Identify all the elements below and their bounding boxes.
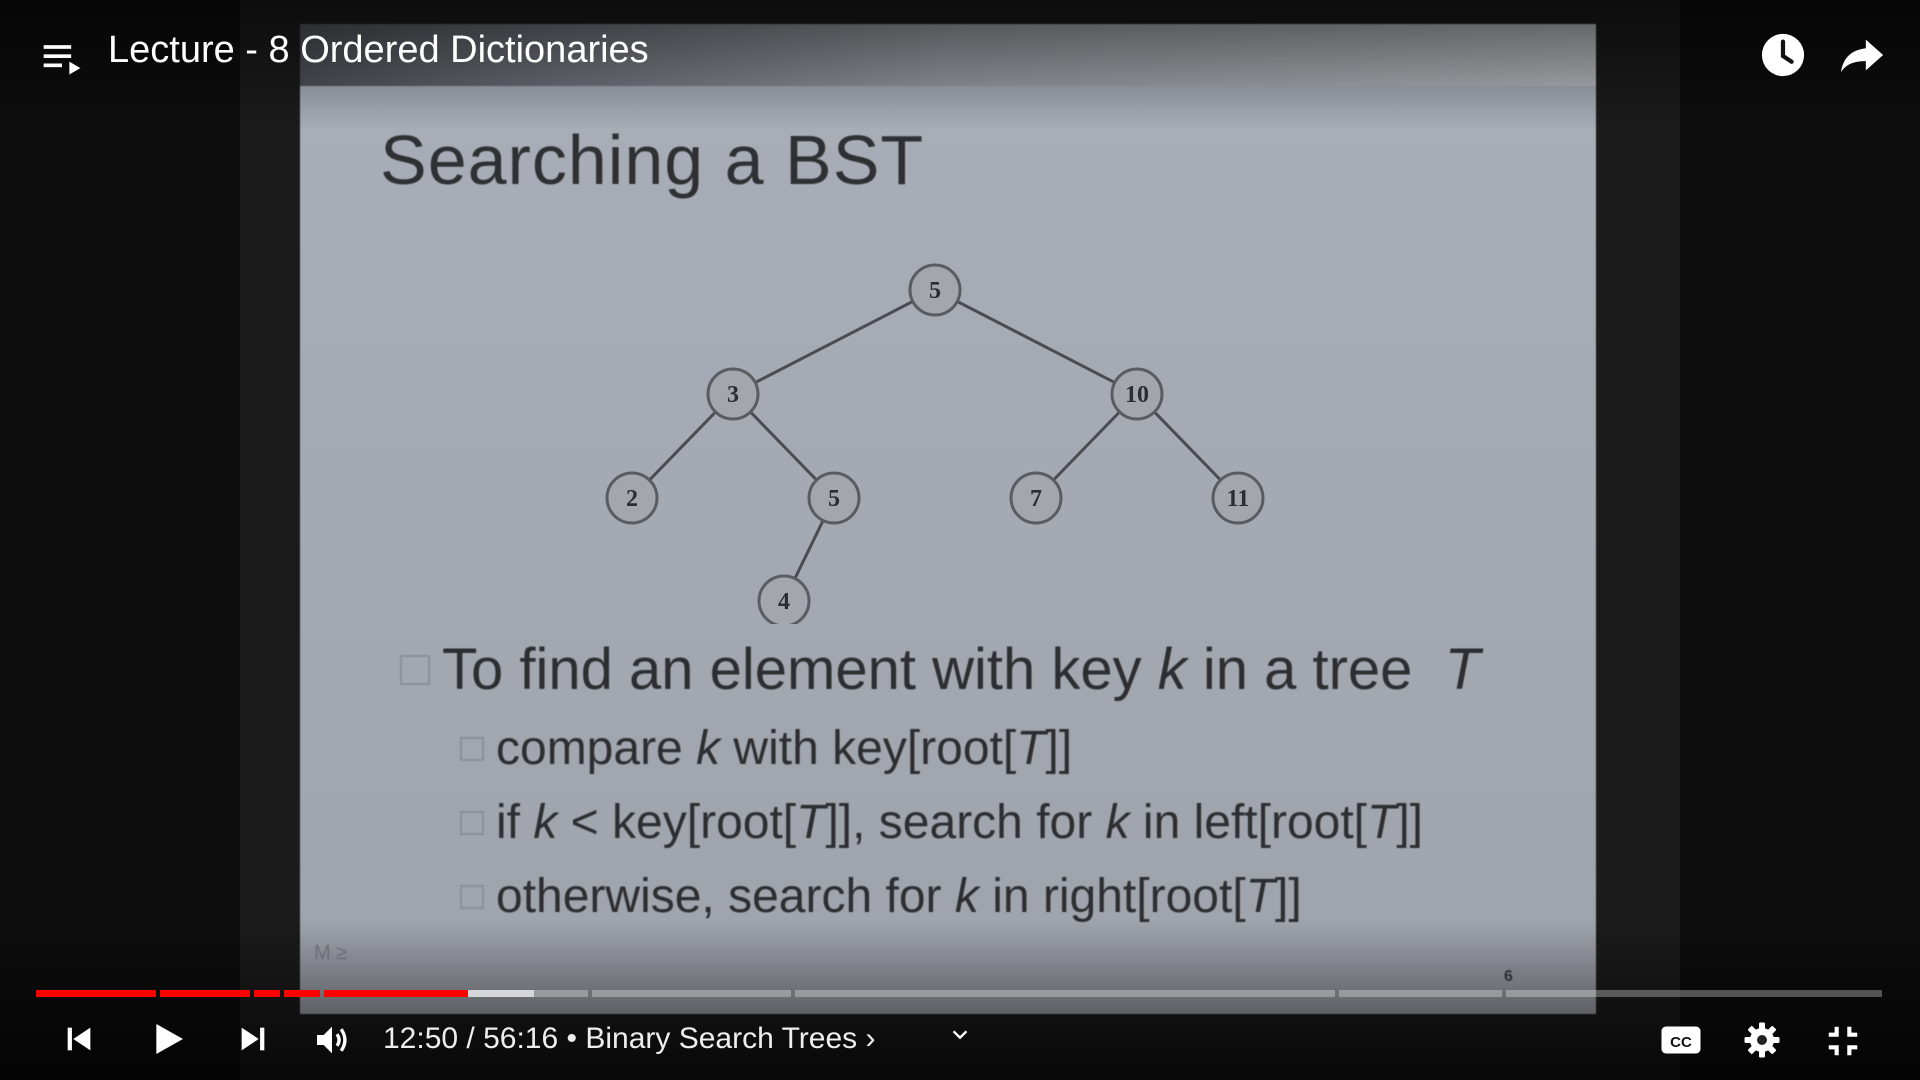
played-segment: [324, 990, 468, 997]
chapter-chevron[interactable]: ›: [866, 1022, 876, 1055]
progress-bar[interactable]: [36, 990, 1882, 997]
tree-edge: [732, 288, 936, 396]
bullet-variable: k: [1105, 796, 1130, 849]
bullet-text: ]], search for: [825, 796, 1106, 849]
bullet-text: in right[root[: [978, 870, 1246, 923]
video-player[interactable]: Searching a BST To find an element with …: [0, 0, 1920, 1080]
volume-icon[interactable]: [312, 1020, 352, 1060]
chapter-segment[interactable]: [1339, 990, 1502, 997]
tree-node-label: 5: [828, 486, 840, 512]
played-segment: [159, 990, 250, 997]
tree-node: 7: [1009, 471, 1063, 525]
tree-node: 10: [1110, 367, 1164, 421]
chevron-down-icon[interactable]: [946, 1024, 974, 1046]
bottom-shade: [0, 920, 1920, 1080]
tree-node-label: 4: [778, 589, 790, 615]
total-time: 56:16: [483, 1022, 559, 1055]
bullet-square-icon: [400, 654, 430, 685]
bullet-variable: T: [1245, 870, 1275, 923]
play-icon[interactable]: [148, 1018, 188, 1060]
exit-fullscreen-icon[interactable]: [1824, 1022, 1862, 1060]
chapter-segment[interactable]: [794, 990, 1336, 997]
video-title[interactable]: Lecture - 8 Ordered Dictionaries: [108, 29, 649, 72]
bullet-text: ]]: [1396, 796, 1424, 849]
bullet-square-icon: [460, 810, 484, 835]
bullet-text: if: [496, 796, 534, 849]
bullet-text: with key[root[: [720, 722, 1017, 775]
bullet-variable: k: [954, 870, 979, 923]
skip-previous-icon[interactable]: [62, 1022, 96, 1056]
time-separator: /: [458, 1022, 484, 1055]
skip-next-icon[interactable]: [236, 1022, 270, 1056]
tree-edge: [934, 288, 1138, 396]
bullet-text: compare: [496, 722, 697, 775]
tree-node: 4: [757, 574, 811, 624]
chapter-separator: •: [558, 1022, 586, 1055]
slide-bullet-sub-2: if k < key[root[T]], search for k in lef…: [460, 795, 1423, 850]
bullet-text: ]]: [1274, 870, 1302, 923]
tree-node: 5: [807, 471, 861, 525]
current-time: 12:50: [383, 1022, 459, 1055]
tree-node-label: 10: [1125, 382, 1149, 408]
bullet-text: < key[root[: [557, 796, 797, 849]
played-segment: [36, 990, 156, 997]
bullet-text: in a tree: [1186, 637, 1429, 702]
share-arrow-icon[interactable]: [1838, 32, 1886, 78]
tree-node: 11: [1211, 471, 1265, 525]
bullet-square-icon: [460, 884, 484, 909]
bullet-text: otherwise, search for: [496, 870, 955, 923]
tree-node-label: 3: [727, 382, 739, 408]
slide-bullet-sub-1: compare k with key[root[T]]: [460, 721, 1072, 776]
played-segment: [283, 990, 321, 997]
tree-node-label: 7: [1030, 486, 1042, 512]
tree-node: 5: [908, 263, 962, 317]
bullet-text: ]]: [1045, 722, 1073, 775]
clock-icon[interactable]: [1760, 32, 1806, 78]
bullet-variable: T: [1367, 796, 1397, 849]
bullet-variable: T: [796, 796, 826, 849]
gear-icon[interactable]: [1742, 1020, 1782, 1060]
tree-node: 2: [605, 471, 659, 525]
slide-bullet-sub-3: otherwise, search for k in right[root[T]…: [460, 869, 1302, 924]
svg-text:CC: CC: [1670, 1034, 1692, 1051]
playlist-icon[interactable]: [40, 36, 84, 80]
chapter-segment[interactable]: [591, 990, 791, 997]
tree-node-label: 2: [626, 486, 638, 512]
bullet-variable: T: [1016, 722, 1046, 775]
bullet-text: To find an element with key: [442, 637, 1142, 702]
tree-node-label: 5: [929, 278, 941, 304]
played-segment: [253, 990, 280, 997]
tree-node-label: 11: [1227, 486, 1250, 512]
bullet-variable: T: [1444, 637, 1481, 702]
chapter-title[interactable]: Binary Search Trees: [585, 1022, 857, 1055]
bullet-variable: k: [533, 796, 558, 849]
bullet-square-icon: [460, 736, 484, 761]
tree-node: 3: [706, 367, 760, 421]
cc-icon[interactable]: CC: [1660, 1022, 1702, 1058]
chapter-segment[interactable]: [1505, 990, 1882, 997]
time-and-chapter: 12:50 / 56:16 • Binary Search Trees ›: [383, 1022, 876, 1056]
bullet-text: in left[root[: [1129, 796, 1368, 849]
bullet-variable: k: [1157, 637, 1187, 702]
bullet-variable: k: [696, 722, 721, 775]
slide-bullet-main: To find an element with key k in a tree …: [400, 636, 1480, 703]
